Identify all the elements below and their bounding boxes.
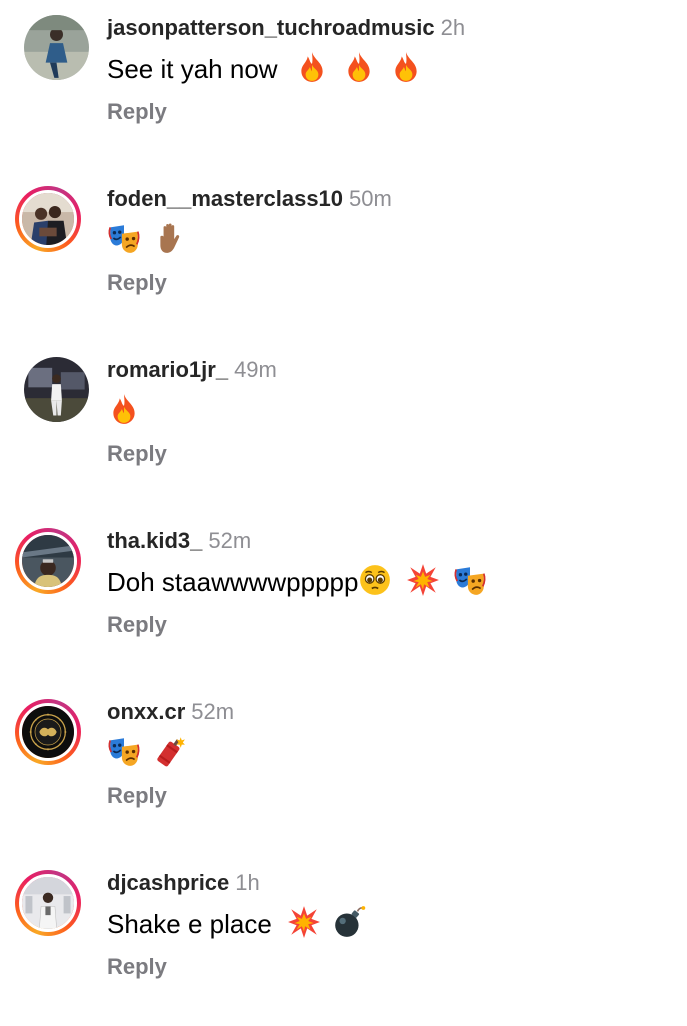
reply-button[interactable]: Reply: [107, 269, 167, 297]
performing-arts-emoji-icon: [107, 734, 141, 768]
reply-button[interactable]: Reply: [107, 611, 167, 639]
collision-emoji-icon: [406, 563, 440, 597]
collision-emoji-icon: [287, 905, 321, 939]
comment-username[interactable]: tha.kid3_: [107, 528, 202, 553]
user-photo-icon: [22, 535, 74, 587]
avatar[interactable]: [15, 528, 81, 594]
fire-emoji-icon: [342, 50, 376, 84]
user-photo-icon: [22, 706, 74, 758]
comment-username[interactable]: romario1jr_: [107, 357, 228, 382]
comment-username[interactable]: onxx.cr: [107, 699, 185, 724]
comment-item: onxx.cr 52m Reply: [0, 684, 687, 855]
comment-text: [107, 392, 141, 429]
comment-text: Shake e place: [107, 905, 366, 942]
comment-username[interactable]: foden__masterclass10: [107, 186, 343, 211]
user-photo-icon: [24, 15, 89, 80]
comment-username[interactable]: djcashprice: [107, 870, 229, 895]
comment-body: See it yah now: [107, 54, 278, 84]
bomb-emoji-icon: [332, 905, 366, 939]
performing-arts-emoji-icon: [107, 221, 141, 255]
reply-button[interactable]: Reply: [107, 782, 167, 810]
comment-item: foden__masterclass10 50m Reply: [0, 171, 687, 342]
fire-emoji-icon: [389, 50, 423, 84]
reply-button[interactable]: Reply: [107, 440, 167, 468]
pleading-face-emoji-icon: [358, 563, 392, 597]
comment-text: See it yah now: [107, 50, 423, 87]
reply-button[interactable]: Reply: [107, 953, 167, 981]
comment-body: Doh staawwwwppppp: [107, 567, 359, 597]
avatar[interactable]: [24, 15, 89, 80]
comment-timestamp: 1h: [235, 870, 260, 895]
performing-arts-emoji-icon: [453, 563, 487, 597]
comment-item: jasonpatterson_tuchroadmusic 2h See it ya…: [0, 0, 687, 171]
comment-text: Doh staawwwwppppp: [107, 563, 487, 600]
comment-text: [107, 221, 188, 258]
comment-timestamp: 2h: [440, 15, 466, 40]
comment-item: romario1jr_ 49m Reply: [0, 342, 687, 513]
avatar[interactable]: [24, 357, 89, 422]
fire-emoji-icon: [107, 392, 141, 426]
user-photo-icon: [22, 193, 74, 245]
avatar[interactable]: [15, 699, 81, 765]
comment-timestamp: 52m: [191, 699, 235, 724]
comment-body: Shake e place: [107, 909, 272, 939]
comment-text: [107, 734, 186, 771]
user-photo-icon: [24, 357, 89, 422]
comment-item: djcashprice 1h Shake e place Reply: [0, 855, 687, 1026]
comment-username[interactable]: jasonpatterson_tuchroadmusic: [107, 15, 435, 40]
raised-hand-emoji-icon: [154, 221, 188, 255]
comment-timestamp: 52m: [208, 528, 252, 553]
comment-item: tha.kid3_ 52m Doh staawwwwppppp Reply: [0, 513, 687, 684]
comment-timestamp: 49m: [234, 357, 277, 382]
avatar[interactable]: [15, 186, 81, 252]
comment-timestamp: 50m: [349, 186, 392, 211]
reply-button[interactable]: Reply: [107, 98, 167, 126]
firecracker-emoji-icon: [152, 734, 186, 768]
fire-emoji-icon: [295, 50, 329, 84]
avatar[interactable]: [15, 870, 81, 936]
user-photo-icon: [22, 877, 74, 929]
